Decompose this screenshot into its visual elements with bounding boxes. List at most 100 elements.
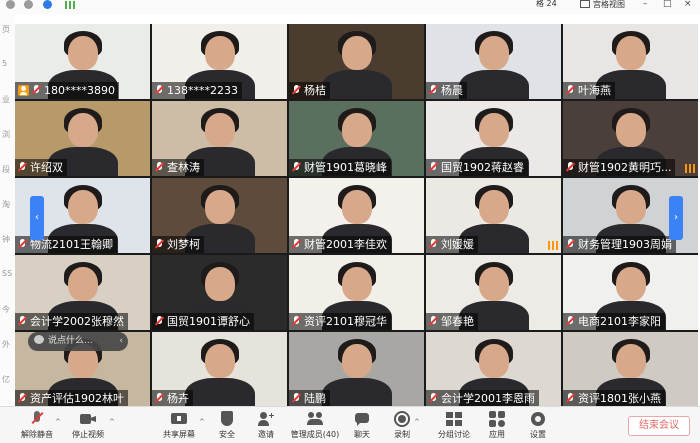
chevron-left-icon[interactable]: ‹ — [119, 332, 123, 351]
participant-name-label: 刘梦柯 — [152, 236, 204, 253]
chat-quick-input[interactable]: 说点什么... ‹ — [28, 332, 128, 351]
sidebar-fragment: 亿 — [2, 375, 10, 384]
unmute-button[interactable]: 解除静音 — [18, 411, 56, 443]
participant-name-label: 杨桔 — [289, 82, 330, 99]
participant-name: 刘媛媛 — [441, 238, 474, 251]
participant-tile[interactable]: 国贸1902蒋赵睿 — [426, 101, 561, 176]
participant-name: 国贸1901谭舒心 — [167, 315, 250, 328]
mic-muted-icon — [18, 393, 27, 404]
participant-name: 财管1901葛晓峰 — [304, 161, 387, 174]
participant-tile[interactable]: 财管1901葛晓峰 — [289, 101, 424, 176]
participant-name: 电商2101李家阳 — [578, 315, 661, 328]
participant-name-label: 杨卉 — [152, 390, 193, 406]
breakout-button[interactable]: 分组讨论 — [434, 411, 474, 443]
participant-tile[interactable]: 会计学2002张穆然 — [15, 255, 150, 330]
mic-muted-icon — [566, 316, 575, 327]
participant-tile[interactable]: 陆鹏 — [289, 332, 424, 406]
participant-name: 国贸1902蒋赵睿 — [441, 161, 524, 174]
participant-name-label: 电商2101李家阳 — [563, 313, 665, 330]
participant-name-label: 资产评估1902林叶 — [15, 390, 128, 406]
participant-video — [478, 113, 509, 147]
participant-name: 杨晨 — [441, 84, 463, 97]
back-icon[interactable] — [6, 0, 15, 9]
participant-name-label: 查林涛 — [152, 159, 204, 176]
sidebar-fragment: 业 — [2, 95, 10, 104]
participant-video — [478, 344, 509, 378]
security-label: 安全 — [219, 430, 235, 439]
minimize-icon[interactable]: – — [643, 0, 648, 9]
grid-view-toggle[interactable]: 宫格视图 — [580, 0, 625, 9]
breakout-icon — [446, 411, 462, 427]
chevron-up-icon[interactable]: ^ — [55, 418, 61, 426]
participant-tile[interactable]: 杨桔 — [289, 24, 424, 99]
participant-tile[interactable]: 邹春艳 — [426, 255, 561, 330]
participant-video — [67, 267, 98, 301]
participant-tile[interactable]: 财管2001李佳欢 — [289, 178, 424, 253]
settings-button[interactable]: 设置 — [526, 411, 550, 443]
apps-label: 应用 — [489, 430, 505, 439]
participant-tile[interactable]: 资评1801张小燕 — [563, 332, 698, 406]
next-page-button[interactable]: › — [669, 196, 683, 240]
participant-tile[interactable]: 资评2101穆冠华 — [289, 255, 424, 330]
participant-video — [615, 267, 646, 301]
shield-icon[interactable] — [43, 0, 52, 9]
mic-muted-icon — [18, 162, 27, 173]
participant-name: 会计学2001李恩雨 — [441, 392, 535, 405]
invite-button[interactable]: 邀请 — [253, 411, 279, 443]
chevron-up-icon[interactable]: ^ — [109, 418, 115, 426]
participant-tile[interactable]: 会计学2001李恩雨 — [426, 332, 561, 406]
participant-tile[interactable]: 查林涛 — [152, 101, 287, 176]
close-icon[interactable]: × — [684, 0, 692, 9]
end-meeting-button[interactable]: 结束会议 — [628, 416, 690, 436]
participant-tile[interactable]: 财管1902黄明巧... — [563, 101, 698, 176]
participant-name: 查林涛 — [167, 161, 200, 174]
manage-members-button[interactable]: 管理成员(40) — [290, 411, 340, 443]
participant-video — [204, 267, 235, 301]
participant-video — [67, 190, 98, 224]
participant-video — [478, 267, 509, 301]
participant-name: 138****2233 — [167, 84, 238, 97]
record-button[interactable]: 录制 — [390, 411, 414, 443]
chat-button[interactable]: 聊天 — [350, 411, 374, 443]
participant-name-label: 财务管理1903周娟 — [563, 236, 676, 253]
share-screen-button[interactable]: 共享屏幕 — [160, 411, 198, 443]
chevron-up-icon[interactable]: ^ — [414, 418, 420, 426]
apps-button[interactable]: 应用 — [485, 411, 509, 443]
mic-muted-icon — [566, 85, 575, 96]
maximize-icon[interactable]: □ — [663, 0, 672, 9]
participant-tile[interactable]: 许绍双 — [15, 101, 150, 176]
info-icon[interactable] — [24, 0, 33, 9]
participant-name-label: 资评2101穆冠华 — [289, 313, 391, 330]
sidebar-fragment: 5 — [2, 59, 8, 68]
participant-video — [458, 70, 529, 99]
participant-video — [478, 36, 509, 70]
participant-tile[interactable]: 180****3890 — [15, 24, 150, 99]
participant-name-label: 财管1901葛晓峰 — [289, 159, 391, 176]
participant-video — [184, 378, 255, 406]
participant-tile[interactable]: 叶海燕 — [563, 24, 698, 99]
stop-video-button[interactable]: 停止视频 — [68, 411, 108, 443]
participant-tile[interactable]: 国贸1901谭舒心 — [152, 255, 287, 330]
chevron-up-icon[interactable]: ^ — [199, 418, 205, 426]
mic-muted-icon — [29, 411, 45, 427]
sidebar-fragment: 钟 — [2, 235, 10, 244]
mic-muted-icon — [292, 85, 301, 96]
security-button[interactable]: 安全 — [214, 411, 240, 443]
participant-tile[interactable]: 刘媛媛 — [426, 178, 561, 253]
participant-tile[interactable]: 电商2101李家阳 — [563, 255, 698, 330]
participant-tile[interactable]: 杨晨 — [426, 24, 561, 99]
participant-tile[interactable]: 杨卉 — [152, 332, 287, 406]
participant-video — [204, 190, 235, 224]
mic-muted-icon — [566, 393, 575, 404]
participant-video — [321, 70, 392, 99]
participant-name: 杨桔 — [304, 84, 326, 97]
prev-page-button[interactable]: ‹ — [30, 196, 44, 240]
participant-tile[interactable]: 刘梦柯 — [152, 178, 287, 253]
participant-name-label: 会计学2002张穆然 — [15, 313, 128, 330]
mic-muted-icon — [18, 239, 27, 250]
participant-name: 邹春艳 — [441, 315, 474, 328]
participant-name: 资评2101穆冠华 — [304, 315, 387, 328]
participant-tile[interactable]: 138****2233 — [152, 24, 287, 99]
participant-name: 财务管理1903周娟 — [578, 238, 672, 251]
chat-placeholder: 说点什么... — [48, 336, 93, 346]
